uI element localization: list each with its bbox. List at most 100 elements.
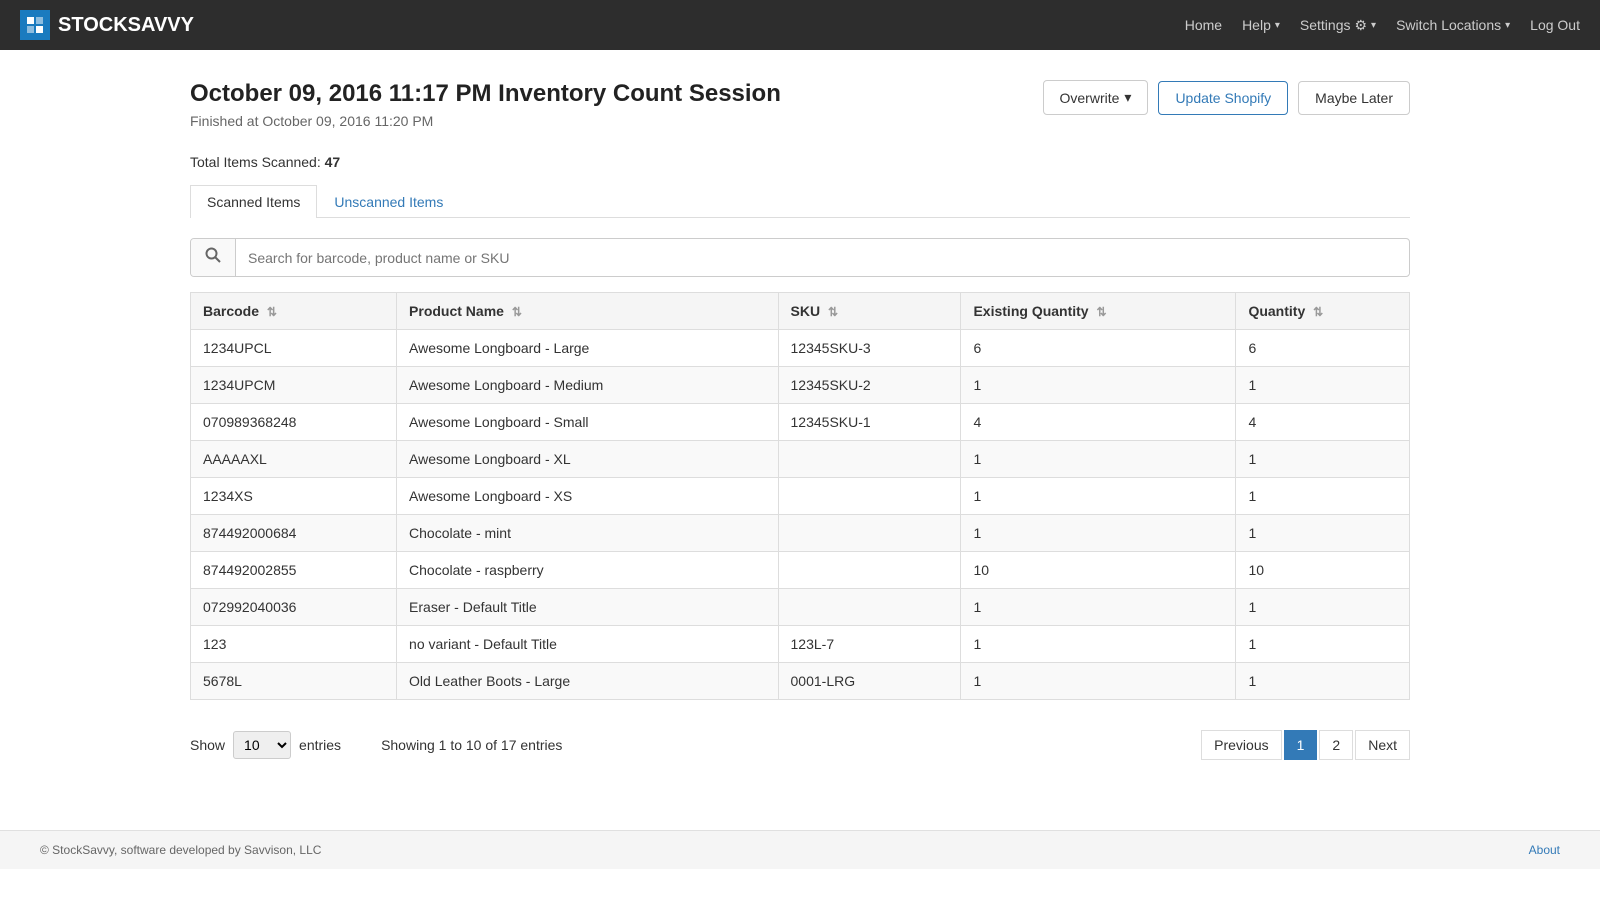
- cell-existing_quantity-3: 1: [961, 441, 1236, 478]
- nav-item-help[interactable]: Help ▾: [1242, 17, 1280, 33]
- overwrite-dropdown-icon: ▾: [1124, 89, 1131, 106]
- total-items-value: 47: [325, 154, 341, 170]
- table-row: 070989368248Awesome Longboard - Small123…: [191, 404, 1410, 441]
- nav-link-settings[interactable]: Settings ⚙ ▾: [1300, 17, 1376, 34]
- nav-item-logout[interactable]: Log Out: [1530, 17, 1580, 33]
- nav-link-home[interactable]: Home: [1185, 17, 1222, 33]
- cell-product_name-7: Eraser - Default Title: [397, 589, 778, 626]
- brand-name: STOCKSAVVY: [58, 14, 194, 37]
- brand-icon: [20, 10, 50, 40]
- cell-sku-8: 123L-7: [778, 626, 961, 663]
- sort-icon-barcode: ⇅: [267, 305, 277, 319]
- sort-icon-sku: ⇅: [828, 305, 838, 319]
- cell-existing_quantity-0: 6: [961, 330, 1236, 367]
- page-header-text: October 09, 2016 11:17 PM Inventory Coun…: [190, 80, 781, 129]
- nav-list: Home Help ▾ Settings ⚙ ▾ Switch Location…: [1185, 17, 1580, 34]
- previous-button[interactable]: Previous: [1201, 730, 1281, 760]
- nav-item-switch-locations[interactable]: Switch Locations ▾: [1396, 17, 1510, 33]
- page-title: October 09, 2016 11:17 PM Inventory Coun…: [190, 80, 781, 108]
- nav-item-home[interactable]: Home: [1185, 17, 1222, 33]
- tab-unscanned-items[interactable]: Unscanned Items: [317, 185, 460, 218]
- cell-product_name-4: Awesome Longboard - XS: [397, 478, 778, 515]
- tabs-container: Scanned Items Unscanned Items: [190, 185, 1410, 218]
- search-container: [190, 238, 1410, 277]
- settings-dropdown-arrow: ▾: [1371, 20, 1376, 31]
- search-icon: [191, 239, 236, 276]
- cell-barcode-7: 072992040036: [191, 589, 397, 626]
- footer-about-link[interactable]: About: [1529, 843, 1560, 857]
- switch-locations-dropdown-arrow: ▾: [1505, 20, 1510, 31]
- search-input[interactable]: [236, 242, 1409, 274]
- tab-scanned-items[interactable]: Scanned Items: [190, 185, 317, 218]
- entries-select[interactable]: 102550100: [233, 731, 291, 759]
- cell-existing_quantity-7: 1: [961, 589, 1236, 626]
- cell-sku-9: 0001-LRG: [778, 663, 961, 700]
- col-header-product-name[interactable]: Product Name ⇅: [397, 293, 778, 330]
- cell-existing_quantity-9: 1: [961, 663, 1236, 700]
- update-shopify-button[interactable]: Update Shopify: [1158, 81, 1288, 115]
- cell-barcode-4: 1234XS: [191, 478, 397, 515]
- cell-product_name-2: Awesome Longboard - Small: [397, 404, 778, 441]
- cell-existing_quantity-1: 1: [961, 367, 1236, 404]
- cell-product_name-3: Awesome Longboard - XL: [397, 441, 778, 478]
- table-row: 874492002855Chocolate - raspberry1010: [191, 552, 1410, 589]
- total-items-label: Total Items Scanned:: [190, 154, 321, 170]
- col-header-quantity[interactable]: Quantity ⇅: [1236, 293, 1410, 330]
- page-button-1[interactable]: 1: [1284, 730, 1318, 760]
- maybe-later-button[interactable]: Maybe Later: [1298, 81, 1410, 115]
- table-row: 1234XSAwesome Longboard - XS 11: [191, 478, 1410, 515]
- cell-quantity-4: 1: [1236, 478, 1410, 515]
- cell-quantity-1: 1: [1236, 367, 1410, 404]
- cell-sku-0: 12345SKU-3: [778, 330, 961, 367]
- cell-product_name-9: Old Leather Boots - Large: [397, 663, 778, 700]
- table-row: 123no variant - Default Title123L-711: [191, 626, 1410, 663]
- col-header-barcode[interactable]: Barcode ⇅: [191, 293, 397, 330]
- cell-sku-4: [778, 478, 961, 515]
- sort-icon-product-name: ⇅: [512, 305, 522, 319]
- cell-product_name-0: Awesome Longboard - Large: [397, 330, 778, 367]
- cell-sku-6: [778, 552, 961, 589]
- cell-sku-1: 12345SKU-2: [778, 367, 961, 404]
- table-row: AAAAAXLAwesome Longboard - XL 11: [191, 441, 1410, 478]
- cell-existing_quantity-2: 4: [961, 404, 1236, 441]
- cell-existing_quantity-8: 1: [961, 626, 1236, 663]
- cell-quantity-8: 1: [1236, 626, 1410, 663]
- next-button[interactable]: Next: [1355, 730, 1410, 760]
- nav-item-settings[interactable]: Settings ⚙ ▾: [1300, 17, 1376, 34]
- cell-existing_quantity-4: 1: [961, 478, 1236, 515]
- table-body: 1234UPCLAwesome Longboard - Large12345SK…: [191, 330, 1410, 700]
- pagination-controls: Previous 1 2 Next: [1201, 730, 1410, 760]
- nav-link-logout[interactable]: Log Out: [1530, 17, 1580, 33]
- cell-barcode-3: AAAAAXL: [191, 441, 397, 478]
- col-header-existing-quantity[interactable]: Existing Quantity ⇅: [961, 293, 1236, 330]
- table-row: 1234UPCLAwesome Longboard - Large12345SK…: [191, 330, 1410, 367]
- table-row: 072992040036Eraser - Default Title11: [191, 589, 1410, 626]
- page-subtitle: Finished at October 09, 2016 11:20 PM: [190, 113, 781, 129]
- navbar: STOCKSAVVY Home Help ▾ Settings ⚙ ▾ Swit…: [0, 0, 1600, 50]
- cell-quantity-3: 1: [1236, 441, 1410, 478]
- cell-quantity-9: 1: [1236, 663, 1410, 700]
- pagination-row: Show 102550100 entries Showing 1 to 10 o…: [190, 720, 1410, 770]
- cell-product_name-5: Chocolate - mint: [397, 515, 778, 552]
- cell-quantity-0: 6: [1236, 330, 1410, 367]
- col-header-sku[interactable]: SKU ⇅: [778, 293, 961, 330]
- cell-sku-2: 12345SKU-1: [778, 404, 961, 441]
- pagination-info: Showing 1 to 10 of 17 entries: [381, 737, 562, 753]
- page-button-2[interactable]: 2: [1319, 730, 1353, 760]
- cell-barcode-1: 1234UPCM: [191, 367, 397, 404]
- settings-gear-icon: ⚙: [1354, 17, 1367, 34]
- table-row: 1234UPCMAwesome Longboard - Medium12345S…: [191, 367, 1410, 404]
- brand-logo[interactable]: STOCKSAVVY: [20, 10, 194, 40]
- cell-barcode-6: 874492002855: [191, 552, 397, 589]
- page-actions: Overwrite ▾ Update Shopify Maybe Later: [1043, 80, 1411, 115]
- overwrite-button[interactable]: Overwrite ▾: [1043, 80, 1149, 115]
- nav-link-switch-locations[interactable]: Switch Locations ▾: [1396, 17, 1510, 33]
- cell-quantity-6: 10: [1236, 552, 1410, 589]
- cell-barcode-0: 1234UPCL: [191, 330, 397, 367]
- page-header: October 09, 2016 11:17 PM Inventory Coun…: [190, 80, 1410, 129]
- nav-link-help[interactable]: Help ▾: [1242, 17, 1280, 33]
- cell-product_name-1: Awesome Longboard - Medium: [397, 367, 778, 404]
- sort-icon-existing-qty: ⇅: [1096, 305, 1106, 319]
- main-content: October 09, 2016 11:17 PM Inventory Coun…: [150, 50, 1450, 800]
- footer-copyright: © StockSavvy, software developed by Savv…: [40, 843, 321, 857]
